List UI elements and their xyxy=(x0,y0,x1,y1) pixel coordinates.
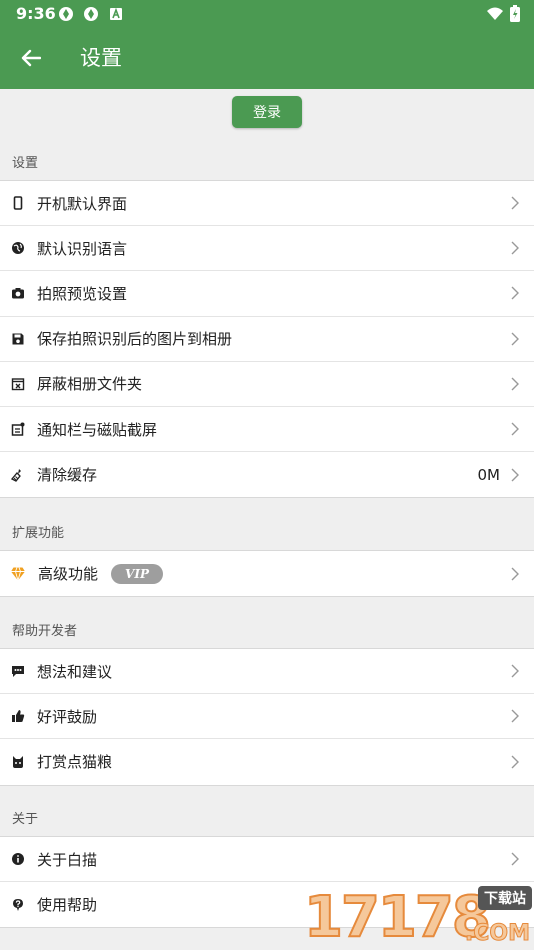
row-about-app[interactable]: 关于白描 xyxy=(0,837,534,883)
help-icon xyxy=(13,898,23,911)
row-save-to-album[interactable]: 保存拍照识别后的图片到相册 xyxy=(0,317,534,362)
row-label: 清除缓存 xyxy=(37,466,98,485)
row-donate[interactable]: 打赏点猫粮 xyxy=(0,739,534,784)
battery-icon xyxy=(510,5,520,22)
chevron-right-icon xyxy=(511,755,519,769)
row-default-language[interactable]: 默认识别语言 xyxy=(0,226,534,272)
row-startup-screen[interactable]: 开机默认界面 xyxy=(0,181,534,227)
section-header-extensions: 扩展功能 xyxy=(12,526,65,541)
app-notification-icon xyxy=(59,7,73,21)
status-time: 9:36 xyxy=(16,4,56,23)
row-label: 默认识别语言 xyxy=(37,239,128,258)
row-label: 好评鼓励 xyxy=(37,707,98,726)
cache-size-value: 0M xyxy=(477,465,501,484)
row-clear-cache[interactable]: 清除缓存 0M xyxy=(0,452,534,497)
login-button[interactable]: 登录 xyxy=(232,96,302,128)
back-button[interactable] xyxy=(16,43,46,73)
info-icon xyxy=(12,853,24,866)
row-label: 使用帮助 xyxy=(37,896,98,915)
app-bar: 9:36 设置 xyxy=(0,0,534,89)
row-label: 打赏点猫粮 xyxy=(37,753,113,772)
broom-icon xyxy=(11,468,21,482)
chevron-right-icon xyxy=(511,422,519,436)
wifi-icon xyxy=(487,7,503,20)
row-rate-app[interactable]: 好评鼓励 xyxy=(0,694,534,740)
chevron-right-icon xyxy=(511,709,519,723)
watermark-domain: .COM xyxy=(464,921,530,947)
chevron-right-icon xyxy=(511,377,519,391)
thumbs-up-icon xyxy=(12,710,25,723)
row-premium-features[interactable]: 高级功能 VIP xyxy=(0,551,534,596)
page-title: 设置 xyxy=(80,46,122,70)
row-label: 保存拍照识别后的图片到相册 xyxy=(37,330,233,349)
row-feedback[interactable]: 想法和建议 xyxy=(0,649,534,695)
chevron-right-icon xyxy=(511,468,519,482)
chevron-right-icon xyxy=(511,567,519,581)
section-header-about: 关于 xyxy=(12,812,39,827)
row-label: 通知栏与磁贴截屏 xyxy=(37,420,158,439)
watermark-number: 17178 xyxy=(303,885,492,950)
row-label: 屏蔽相册文件夹 xyxy=(37,375,143,394)
chevron-right-icon xyxy=(511,852,519,866)
section-header-settings: 设置 xyxy=(12,156,39,171)
row-block-album-folders[interactable]: 屏蔽相册文件夹 xyxy=(0,362,534,407)
save-icon xyxy=(12,333,24,345)
notification-icon xyxy=(11,422,25,436)
cat-icon xyxy=(13,755,23,768)
chevron-right-icon xyxy=(511,241,519,255)
row-label: 想法和建议 xyxy=(37,662,113,681)
watermark-tag: 下载站 xyxy=(478,886,532,910)
row-label: 关于白描 xyxy=(37,850,98,869)
arrow-left-icon xyxy=(21,49,41,67)
status-bar: 9:36 xyxy=(0,0,534,28)
app-notification-icon xyxy=(84,7,98,21)
row-label: 开机默认界面 xyxy=(37,194,128,213)
chevron-right-icon xyxy=(511,286,519,300)
help-dev-group: 想法和建议 好评鼓励 打赏点猫粮 xyxy=(0,648,534,786)
vip-badge: VIP xyxy=(111,563,163,584)
globe-icon xyxy=(12,242,24,255)
chevron-right-icon xyxy=(511,664,519,678)
camera-icon xyxy=(12,288,24,299)
phone-icon xyxy=(13,196,23,210)
folder-block-icon xyxy=(11,378,25,391)
a-notification-icon xyxy=(110,7,122,20)
chat-icon xyxy=(12,666,24,678)
row-label: 高级功能 xyxy=(38,565,99,584)
site-watermark: 17178 下载站 .COM xyxy=(303,880,534,950)
chevron-right-icon xyxy=(511,332,519,346)
settings-group: 开机默认界面 默认识别语言 拍照预览设置 保存拍照识别后的图片到相册 屏蔽相册文… xyxy=(0,180,534,499)
section-header-help-dev: 帮助开发者 xyxy=(12,624,78,639)
chevron-right-icon xyxy=(511,196,519,210)
toolbar: 设置 xyxy=(0,28,534,89)
extensions-group: 高级功能 VIP xyxy=(0,550,534,598)
row-notification-tile-screenshot[interactable]: 通知栏与磁贴截屏 xyxy=(0,407,534,453)
row-camera-preview[interactable]: 拍照预览设置 xyxy=(0,271,534,317)
diamond-icon xyxy=(11,566,25,582)
row-label: 拍照预览设置 xyxy=(37,284,128,303)
